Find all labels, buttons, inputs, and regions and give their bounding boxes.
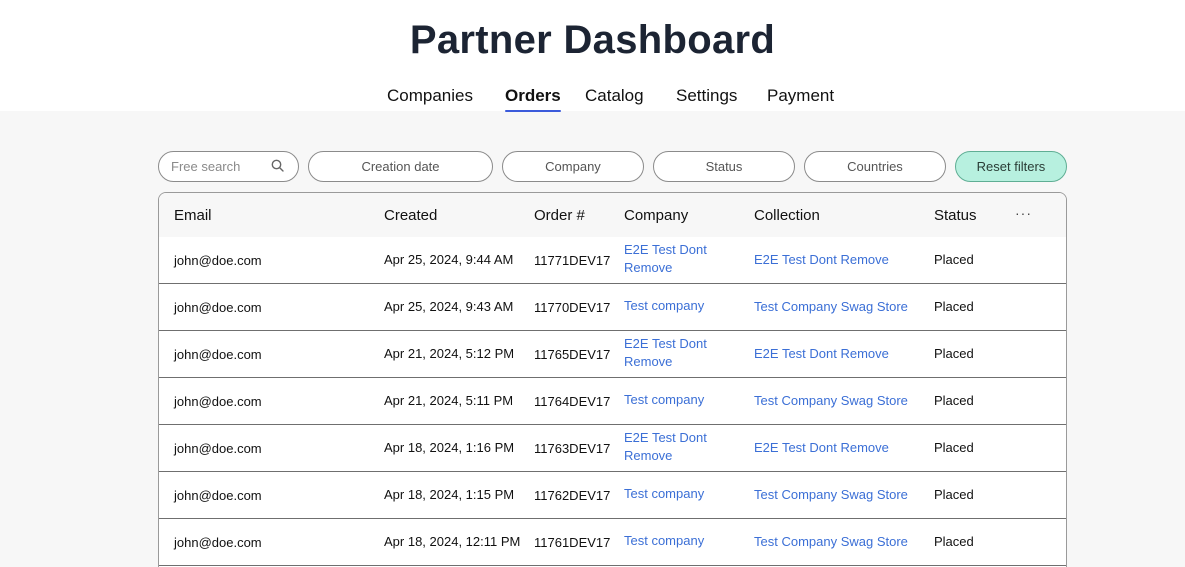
cell-company-link[interactable]: Test company <box>624 532 734 550</box>
cell-status: Placed <box>934 299 974 314</box>
tab-settings[interactable]: Settings <box>676 86 737 106</box>
table-row[interactable]: john@doe.com Apr 18, 2024, 1:15 PM 11762… <box>159 472 1066 519</box>
cell-company-link[interactable]: Test company <box>624 297 734 315</box>
cell-email: john@doe.com <box>174 535 262 550</box>
cell-collection-link[interactable]: Test Company Swag Store <box>754 393 908 408</box>
company-filter[interactable]: Company <box>502 151 644 182</box>
cell-company-link[interactable]: E2E Test Dont Remove <box>624 429 734 465</box>
cell-order-number: 11761DEV17134 <box>534 535 610 550</box>
header-created[interactable]: Created <box>384 207 437 224</box>
cell-email: john@doe.com <box>174 347 262 362</box>
page-title: Partner Dashboard <box>409 18 776 62</box>
header-collection[interactable]: Collection <box>754 207 820 224</box>
cell-status: Placed <box>934 252 974 267</box>
table-row[interactable]: john@doe.com Apr 18, 2024, 1:16 PM 11763… <box>159 425 1066 472</box>
header-email[interactable]: Email <box>174 207 212 224</box>
cell-collection-link[interactable]: E2E Test Dont Remove <box>754 440 889 455</box>
cell-company-link[interactable]: E2E Test Dont Remove <box>624 241 734 277</box>
tab-companies[interactable]: Companies <box>387 86 473 106</box>
cell-order-number: 11765DEV17137 <box>534 347 610 362</box>
main-nav: Companies Orders Catalog Settings Paymen… <box>0 86 1185 112</box>
cell-collection-link[interactable]: E2E Test Dont Remove <box>754 346 889 361</box>
cell-collection-link[interactable]: Test Company Swag Store <box>754 534 908 549</box>
cell-order-number: 11771DEV17140 <box>534 253 610 268</box>
cell-created: Apr 18, 2024, 1:15 PM <box>384 487 515 502</box>
cell-collection-link[interactable]: Test Company Swag Store <box>754 487 908 502</box>
header-order[interactable]: Order # <box>534 207 585 224</box>
cell-email: john@doe.com <box>174 488 262 503</box>
reset-filters-button[interactable]: Reset filters <box>955 151 1067 182</box>
status-filter[interactable]: Status <box>653 151 795 182</box>
table-header: Email Created Order # Company Collection… <box>159 193 1066 237</box>
cell-email: john@doe.com <box>174 441 262 456</box>
cell-company-link[interactable]: Test company <box>624 485 734 503</box>
tab-catalog[interactable]: Catalog <box>585 86 644 106</box>
orders-table: Email Created Order # Company Collection… <box>158 192 1067 567</box>
table-row[interactable]: john@doe.com Apr 25, 2024, 9:44 AM 11771… <box>159 237 1066 284</box>
cell-status: Placed <box>934 440 974 455</box>
more-options-icon[interactable]: ··· <box>1015 205 1032 221</box>
table-row[interactable]: john@doe.com Apr 21, 2024, 5:12 PM 11765… <box>159 331 1066 378</box>
cell-company-link[interactable]: E2E Test Dont Remove <box>624 335 734 371</box>
tab-payment[interactable]: Payment <box>767 86 834 106</box>
cell-collection-link[interactable]: Test Company Swag Store <box>754 299 908 314</box>
countries-filter[interactable]: Countries <box>804 151 946 182</box>
cell-created: Apr 21, 2024, 5:12 PM <box>384 346 515 361</box>
cell-email: john@doe.com <box>174 394 262 409</box>
cell-order-number: 11763DEV17134 <box>534 441 610 456</box>
cell-order-number: 11770DEV17140 <box>534 300 610 315</box>
cell-order-number: 11762DEV17134 <box>534 488 610 503</box>
cell-status: Placed <box>934 393 974 408</box>
active-tab-underline <box>505 110 561 112</box>
cell-created: Apr 18, 2024, 1:16 PM <box>384 440 515 455</box>
cell-created: Apr 21, 2024, 5:11 PM <box>384 393 514 408</box>
search-input[interactable]: Free search <box>158 151 299 182</box>
cell-email: john@doe.com <box>174 300 262 315</box>
creation-date-filter[interactable]: Creation date <box>308 151 493 182</box>
cell-status: Placed <box>934 346 974 361</box>
table-row[interactable]: john@doe.com Apr 21, 2024, 5:11 PM 11764… <box>159 378 1066 425</box>
tab-orders-label: Orders <box>505 86 561 105</box>
cell-created: Apr 25, 2024, 9:43 AM <box>384 299 514 314</box>
table-row[interactable]: john@doe.com Apr 18, 2024, 12:11 PM 1176… <box>159 519 1066 566</box>
cell-collection-link[interactable]: E2E Test Dont Remove <box>754 252 889 267</box>
search-icon <box>271 159 284 175</box>
cell-status: Placed <box>934 534 974 549</box>
cell-created: Apr 25, 2024, 9:44 AM <box>384 252 514 267</box>
header-company[interactable]: Company <box>624 207 688 224</box>
cell-company-link[interactable]: Test company <box>624 391 734 409</box>
cell-created: Apr 18, 2024, 12:11 PM <box>384 534 521 549</box>
cell-status: Placed <box>934 487 974 502</box>
tab-orders[interactable]: Orders <box>505 86 561 112</box>
table-row[interactable]: john@doe.com Apr 25, 2024, 9:43 AM 11770… <box>159 284 1066 331</box>
header-status[interactable]: Status <box>934 207 977 224</box>
search-placeholder: Free search <box>171 159 241 174</box>
header: Partner Dashboard Companies Orders Catal… <box>0 0 1185 112</box>
cell-email: john@doe.com <box>174 253 262 268</box>
cell-order-number: 11764DEV17137 <box>534 394 610 409</box>
